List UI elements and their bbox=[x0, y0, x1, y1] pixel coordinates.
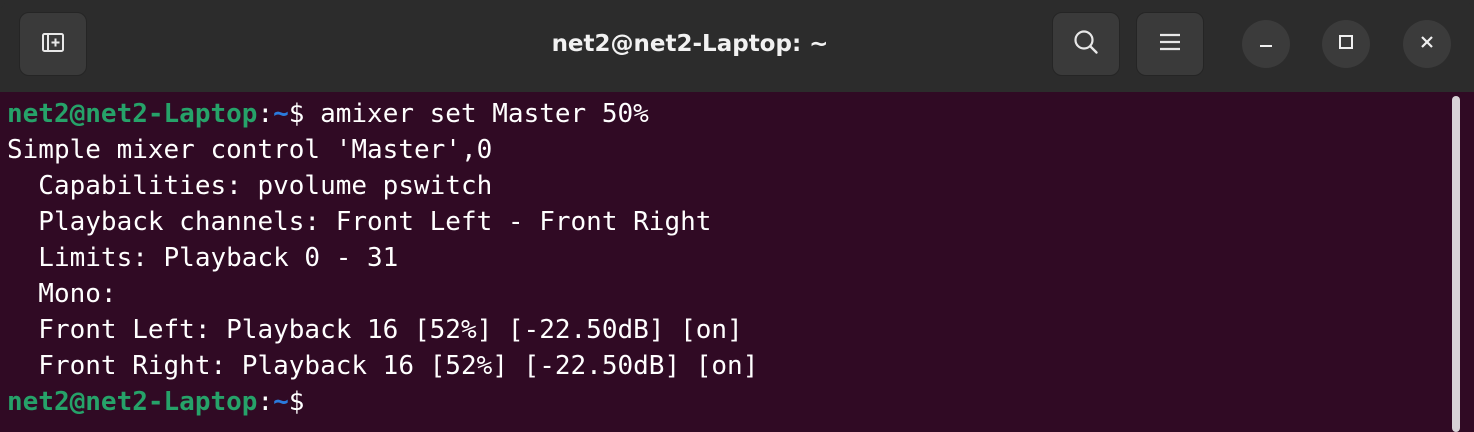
close-button[interactable] bbox=[1403, 20, 1451, 68]
new-tab-button[interactable] bbox=[19, 12, 87, 76]
hamburger-menu-icon bbox=[1157, 29, 1183, 60]
prompt-line: net2@net2-Laptop:~$ amixer set Master 50… bbox=[7, 96, 758, 132]
header-bar: net2@net2-Laptop: ~ bbox=[0, 0, 1474, 92]
prompt-cwd: ~ bbox=[273, 99, 289, 129]
terminal-window: net2@net2-Laptop: ~ net2@net2-Laptop:~$ … bbox=[0, 0, 1474, 432]
maximize-button[interactable] bbox=[1322, 20, 1370, 68]
output-line: Simple mixer control 'Master',0 bbox=[7, 135, 493, 165]
maximize-icon bbox=[1336, 32, 1356, 57]
search-button[interactable] bbox=[1052, 12, 1120, 76]
output-line: Limits: Playback 0 - 31 bbox=[7, 243, 399, 273]
new-tab-icon bbox=[40, 29, 66, 60]
terminal-lines: net2@net2-Laptop:~$ amixer set Master 50… bbox=[7, 96, 758, 420]
prompt-symbol: $ bbox=[288, 99, 305, 129]
minimize-icon bbox=[1256, 32, 1276, 57]
search-icon bbox=[1071, 27, 1101, 62]
terminal-output-area[interactable]: net2@net2-Laptop:~$ amixer set Master 50… bbox=[0, 92, 1474, 432]
output-line: Playback channels: Front Left - Front Ri… bbox=[7, 207, 712, 237]
prompt-separator: : bbox=[257, 99, 274, 129]
output-line: Mono: bbox=[7, 279, 117, 309]
close-icon bbox=[1417, 32, 1437, 57]
window-title: net2@net2-Laptop: ~ bbox=[551, 31, 829, 57]
command-text: amixer set Master 50% bbox=[304, 99, 649, 129]
scrollbar[interactable] bbox=[1452, 96, 1462, 432]
output-line: Front Right: Playback 16 [52%] [-22.50dB… bbox=[7, 351, 759, 381]
prompt-cwd: ~ bbox=[273, 387, 289, 417]
prompt-symbol: $ bbox=[288, 387, 305, 417]
prompt-user-host: net2@net2-Laptop bbox=[7, 387, 258, 417]
prompt-line: net2@net2-Laptop:~$ bbox=[7, 384, 758, 420]
menu-button[interactable] bbox=[1136, 12, 1204, 76]
output-line: Front Left: Playback 16 [52%] [-22.50dB]… bbox=[7, 315, 743, 345]
output-line: Capabilities: pvolume pswitch bbox=[7, 171, 493, 201]
prompt-separator: : bbox=[257, 387, 274, 417]
scrollbar-thumb[interactable] bbox=[1452, 96, 1460, 432]
minimize-button[interactable] bbox=[1242, 20, 1290, 68]
prompt-user-host: net2@net2-Laptop bbox=[7, 99, 258, 129]
